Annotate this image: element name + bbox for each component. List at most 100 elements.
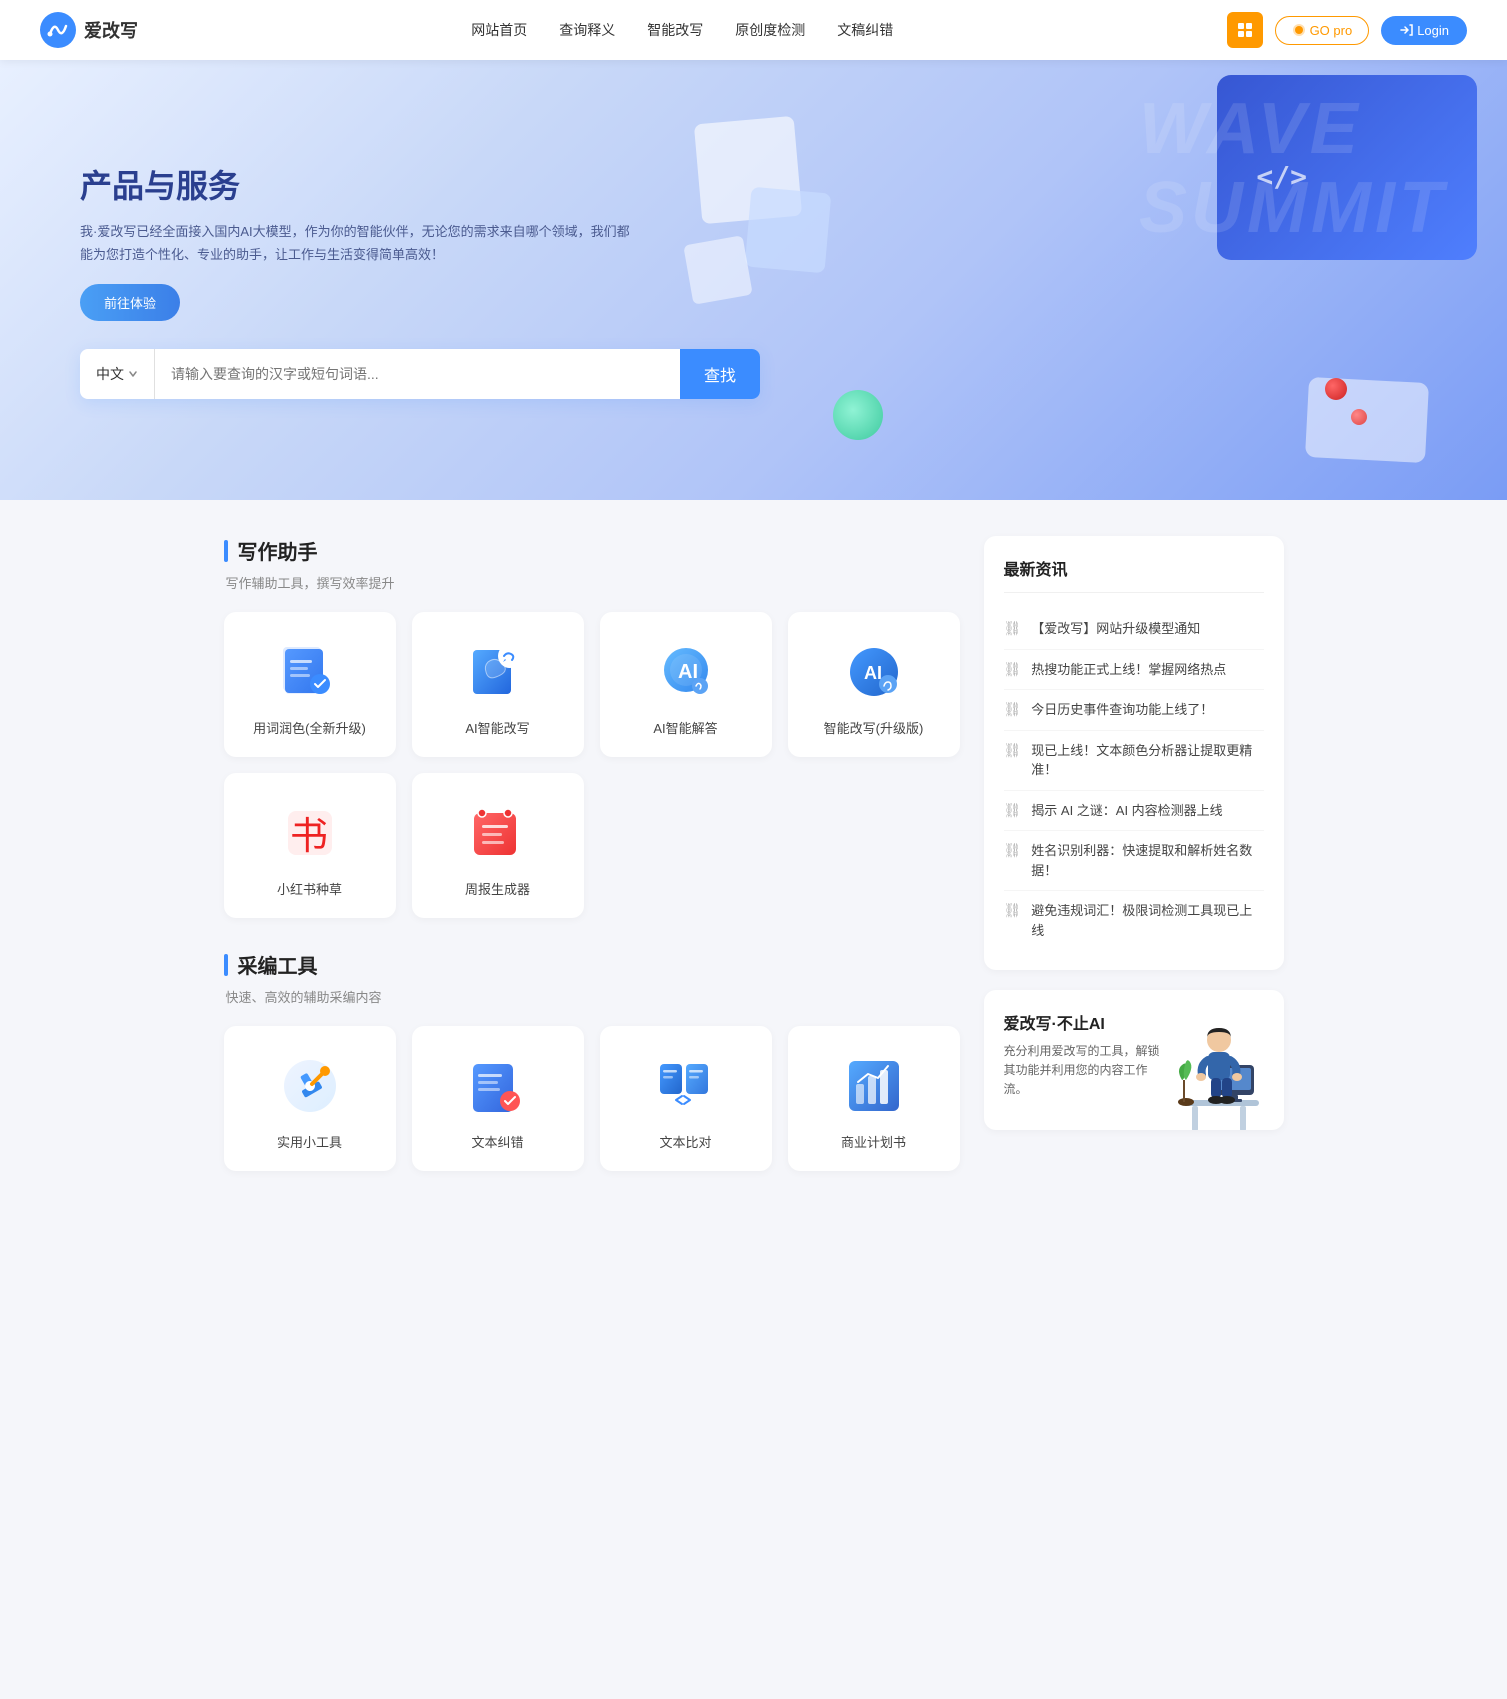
hero-white-block-2 xyxy=(745,187,832,274)
tool-card-ai-rewrite[interactable]: AI智能改写 xyxy=(412,612,584,757)
promo-card: 爱改写·不止AI 充分利用爱改写的工具，解锁其功能并利用您的内容工作流。 xyxy=(984,990,1284,1130)
tool-name-utils: 实用小工具 xyxy=(277,1132,342,1151)
news-text-1: 热搜功能正式上线！掌握网络热点 xyxy=(1031,660,1226,680)
news-text-0: 【爱改写】网站升级模型通知 xyxy=(1031,619,1200,639)
news-text-2: 今日历史事件查询功能上线了！ xyxy=(1031,700,1213,720)
writing-assistant-subtitle: 写作辅助工具，撰写效率提升 xyxy=(226,573,960,592)
ai-rewrite-icon xyxy=(466,640,530,704)
words-icon xyxy=(278,640,342,704)
tool-name-ai-rewrite: AI智能改写 xyxy=(465,718,529,737)
writing-tools-grid-2: 书 小红书种草 xyxy=(224,773,960,918)
xiaohongshu-icon: 书 xyxy=(278,801,342,865)
nav-home[interactable]: 网站首页 xyxy=(471,20,527,40)
hero-3d-area: WAVESUMMIT </> xyxy=(678,60,1507,500)
cai-bian-title: 采编工具 xyxy=(238,950,318,979)
nav-rewrite[interactable]: 智能改写 xyxy=(647,20,703,40)
news-item-2[interactable]: ⛓ 今日历史事件查询功能上线了！ xyxy=(1004,690,1264,731)
logo-text: 爱改写 xyxy=(84,17,138,43)
link-icon-5: ⛓ xyxy=(1004,842,1022,859)
news-text-4: 揭示 AI 之谜：AI 内容检测器上线 xyxy=(1031,801,1222,821)
cai-bian-tools-grid: 实用小工具 文本纠 xyxy=(224,1026,960,1171)
smart-rewrite-icon: AI xyxy=(842,640,906,704)
tool-card-words[interactable]: 用词润色(全新升级) xyxy=(224,612,396,757)
news-text-3: 现已上线！文本颜色分析器让提取更精准！ xyxy=(1031,741,1263,780)
tool-card-smart-rewrite[interactable]: AI 智能改写(升级版) xyxy=(788,612,960,757)
writing-assistant-heading: 写作助手 xyxy=(224,536,960,565)
go-pro-button[interactable]: GO pro xyxy=(1275,16,1370,45)
tool-name-words: 用词润色(全新升级) xyxy=(253,718,366,737)
link-icon-2: ⛓ xyxy=(1004,701,1022,718)
promo-figure xyxy=(1164,1010,1274,1130)
weekly-icon xyxy=(466,801,530,865)
news-text-5: 姓名识别利器：快速提取和解析姓名数据！ xyxy=(1031,841,1263,880)
hero-title: 产品与服务 xyxy=(80,161,680,207)
login-button[interactable]: Login xyxy=(1381,16,1467,45)
hero-red-ball xyxy=(1325,378,1347,400)
logo-area[interactable]: 爱改写 xyxy=(40,12,138,48)
link-icon-0: ⛓ xyxy=(1004,620,1022,637)
promo-desc: 充分利用爱改写的工具，解锁其功能并利用您的内容工作流。 xyxy=(1004,1042,1164,1100)
chevron-down-icon xyxy=(128,369,138,379)
link-icon-3: ⛓ xyxy=(1004,742,1022,759)
news-item-4[interactable]: ⛓ 揭示 AI 之谜：AI 内容检测器上线 xyxy=(1004,791,1264,832)
svg-text:AI: AI xyxy=(864,663,882,683)
business-icon xyxy=(842,1054,906,1118)
hero-content: 产品与服务 我·爱改写已经全面接入国内AI大模型，作为你的智能伙伴，无论您的需求… xyxy=(0,161,680,398)
news-item-5[interactable]: ⛓ 姓名识别利器：快速提取和解析姓名数据！ xyxy=(1004,831,1264,891)
hero-pink-ball xyxy=(1351,409,1367,425)
tool-card-compare[interactable]: 文本比对 xyxy=(600,1026,772,1171)
section-bar xyxy=(224,540,228,562)
language-select[interactable]: 中文 xyxy=(80,349,155,399)
search-button[interactable]: 查找 xyxy=(680,349,760,399)
writing-assistant-section: 写作助手 写作辅助工具，撰写效率提升 xyxy=(224,536,960,918)
experience-button[interactable]: 前往体验 xyxy=(80,284,180,321)
nav-originality[interactable]: 原创度检测 xyxy=(735,20,805,40)
nav-proofread[interactable]: 文稿纠错 xyxy=(837,20,893,40)
logo-icon xyxy=(40,12,76,48)
nav-query[interactable]: 查询释义 xyxy=(559,20,615,40)
news-item-1[interactable]: ⛓ 热搜功能正式上线！掌握网络热点 xyxy=(1004,650,1264,691)
tool-card-business[interactable]: 商业计划书 xyxy=(788,1026,960,1171)
link-icon-6: ⛓ xyxy=(1004,902,1022,919)
utils-icon xyxy=(278,1054,342,1118)
hero-green-circle xyxy=(833,390,883,440)
news-card: 最新资讯 ⛓ 【爱改写】网站升级模型通知 ⛓ 热搜功能正式上线！掌握网络热点 ⛓… xyxy=(984,536,1284,970)
writing-assistant-title: 写作助手 xyxy=(238,536,318,565)
tool-card-utils[interactable]: 实用小工具 xyxy=(224,1026,396,1171)
tool-name-ai-answer: AI智能解答 xyxy=(653,718,717,737)
news-item-0[interactable]: ⛓ 【爱改写】网站升级模型通知 xyxy=(1004,609,1264,650)
tool-name-xiaohongshu: 小红书种草 xyxy=(277,879,342,898)
svg-text:书: 书 xyxy=(290,816,328,858)
news-item-3[interactable]: ⛓ 现已上线！文本颜色分析器让提取更精准！ xyxy=(1004,731,1264,791)
cai-bian-heading: 采编工具 xyxy=(224,950,960,979)
grid-button[interactable] xyxy=(1227,12,1263,48)
hero-banner: WAVESUMMIT </> 产品与服务 我·爱改写已经全面接入国内AI大模型，… xyxy=(0,60,1507,500)
news-text-6: 避免违规词汇！极限词检测工具现已上线 xyxy=(1031,901,1263,940)
login-icon xyxy=(1399,23,1413,37)
writing-tools-grid: 用词润色(全新升级) xyxy=(224,612,960,757)
hero-desc: 我·爱改写已经全面接入国内AI大模型，作为你的智能伙伴，无论您的需求来自哪个领域… xyxy=(80,221,640,265)
news-item-6[interactable]: ⛓ 避免违规词汇！极限词检测工具现已上线 xyxy=(1004,891,1264,950)
tool-name-grammar: 文本纠错 xyxy=(471,1132,523,1151)
tool-card-ai-answer[interactable]: AI AI智能解答 xyxy=(600,612,772,757)
tool-name-compare: 文本比对 xyxy=(659,1132,711,1151)
compare-icon xyxy=(654,1054,718,1118)
tool-card-grammar[interactable]: 文本纠错 xyxy=(412,1026,584,1171)
left-panel: 写作助手 写作辅助工具，撰写效率提升 xyxy=(224,536,960,1187)
news-card-title: 最新资讯 xyxy=(1004,556,1264,593)
flame-icon xyxy=(1292,23,1306,37)
tool-name-smart-rewrite: 智能改写(升级版) xyxy=(824,718,924,737)
grammar-icon xyxy=(466,1054,530,1118)
hero-white-block-3 xyxy=(683,235,753,305)
link-icon-1: ⛓ xyxy=(1004,661,1022,678)
search-input[interactable] xyxy=(155,366,680,382)
right-panel: 最新资讯 ⛓ 【爱改写】网站升级模型通知 ⛓ 热搜功能正式上线！掌握网络热点 ⛓… xyxy=(984,536,1284,1187)
search-bar: 中文 查找 xyxy=(80,349,760,399)
hero-bracket: </> xyxy=(1256,160,1307,193)
link-icon-4: ⛓ xyxy=(1004,802,1022,819)
grid-icon xyxy=(1237,22,1253,38)
tool-card-xiaohongshu[interactable]: 书 小红书种草 xyxy=(224,773,396,918)
tool-name-weekly: 周报生成器 xyxy=(465,879,530,898)
header: 爱改写 网站首页 查询释义 智能改写 原创度检测 文稿纠错 GO pro xyxy=(0,0,1507,60)
tool-card-weekly[interactable]: 周报生成器 xyxy=(412,773,584,918)
